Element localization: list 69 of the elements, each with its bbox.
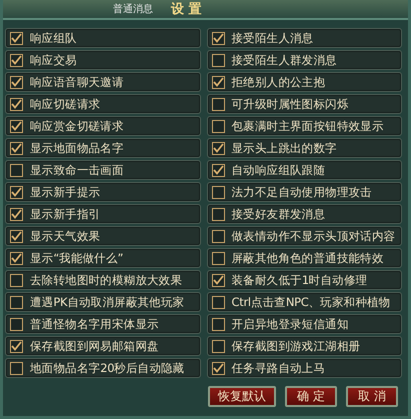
option-row[interactable]: 响应交易 xyxy=(5,50,200,70)
window-title: 设 置 xyxy=(171,1,202,18)
option-row[interactable]: 开启异地登录短信通知 xyxy=(206,314,402,334)
dialog-button[interactable]: 恢复默认 xyxy=(208,386,276,407)
option-row[interactable]: 保存截图到网易邮箱网盘 xyxy=(5,336,200,356)
option-label: 响应语音聊天邀请 xyxy=(30,74,124,90)
option-label: 普通怪物名字用宋体显示 xyxy=(30,316,159,332)
option-label: 响应交易 xyxy=(30,52,77,68)
option-label: 做表情动作不显示头顶对话内容 xyxy=(232,228,396,244)
option-row[interactable]: 显示地面物品名字 xyxy=(5,138,200,158)
option-row[interactable]: 任务寻路自动上马 xyxy=(206,358,402,378)
option-row[interactable]: 地面物品名字20秒后自动隐藏 xyxy=(5,358,200,378)
option-label: 接受陌生人群发消息 xyxy=(232,52,337,68)
option-row[interactable]: 响应组队 xyxy=(5,28,200,48)
option-label: 显示天气效果 xyxy=(30,228,100,244)
option-label: 屏蔽其他角色的普通技能特效 xyxy=(232,250,384,266)
option-row[interactable]: 自动响应组队跟随 xyxy=(206,160,402,180)
option-row[interactable]: Ctrl点击查NPC、玩家和种植物 xyxy=(206,292,402,312)
option-row[interactable]: 可升级时属性图标闪烁 xyxy=(206,94,402,114)
option-row[interactable]: 包裹满时主界面按钮特效显示 xyxy=(206,116,402,136)
option-label: 保存截图到游戏江湖相册 xyxy=(232,338,360,354)
option-label: 显示地面物品名字 xyxy=(30,140,124,156)
option-row[interactable]: 显示“我能做什么” xyxy=(5,248,200,268)
option-label: 接受陌生人消息 xyxy=(232,30,314,46)
option-label: 开启异地登录短信通知 xyxy=(232,316,349,332)
option-row[interactable]: 显示头上跳出的数字 xyxy=(206,138,402,158)
option-row[interactable]: 法力不足自动使用物理攻击 xyxy=(206,182,402,202)
option-row[interactable]: 拒绝别人的公主抱 xyxy=(206,72,402,92)
option-label: Ctrl点击查NPC、玩家和种植物 xyxy=(232,294,390,310)
option-row[interactable]: 接受好友群发消息 xyxy=(206,204,402,224)
option-label: 法力不足自动使用物理攻击 xyxy=(232,184,372,200)
option-row[interactable]: 屏蔽其他角色的普通技能特效 xyxy=(206,248,402,268)
option-label: 拒绝别人的公主抱 xyxy=(232,74,326,90)
option-row[interactable]: 接受陌生人群发消息 xyxy=(206,50,402,70)
option-label: 包裹满时主界面按钮特效显示 xyxy=(232,118,384,134)
option-row[interactable]: 显示新手提示 xyxy=(5,182,200,202)
option-row[interactable]: 显示天气效果 xyxy=(5,226,200,246)
option-label: 显示新手提示 xyxy=(30,184,100,200)
option-label: 接受好友群发消息 xyxy=(232,206,326,222)
option-row[interactable]: 做表情动作不显示头顶对话内容 xyxy=(206,226,402,246)
option-row[interactable]: 装备耐久低于1时自动修理 xyxy=(206,270,402,290)
option-row[interactable]: 普通怪物名字用宋体显示 xyxy=(5,314,200,334)
option-label: 显示新手指引 xyxy=(30,206,100,222)
option-label: 地面物品名字20秒后自动隐藏 xyxy=(30,360,184,376)
option-row[interactable]: 接受陌生人消息 xyxy=(206,28,402,48)
option-label: 响应组队 xyxy=(30,30,77,46)
option-label: 去除转地图时的模糊放大效果 xyxy=(30,272,182,288)
option-label: 显示致命一击画面 xyxy=(30,162,124,178)
option-label: 显示“我能做什么” xyxy=(30,250,124,266)
option-label: 保存截图到网易邮箱网盘 xyxy=(30,338,159,354)
option-label: 响应切磋请求 xyxy=(30,96,100,112)
option-row[interactable]: 遭遇PK自动取消屏蔽其他玩家 xyxy=(5,292,200,312)
tab-label[interactable]: 普通消息 xyxy=(113,2,153,16)
dialog-button[interactable]: 确 定 xyxy=(285,386,337,407)
option-row[interactable]: 响应切磋请求 xyxy=(5,94,200,114)
option-label: 遭遇PK自动取消屏蔽其他玩家 xyxy=(30,294,184,310)
dialog-button[interactable]: 取 消 xyxy=(346,386,398,407)
option-label: 响应赏金切磋请求 xyxy=(30,118,124,134)
option-label: 任务寻路自动上马 xyxy=(232,360,326,376)
option-row[interactable]: 去除转地图时的模糊放大效果 xyxy=(5,270,200,290)
option-row[interactable]: 显示新手指引 xyxy=(5,204,200,224)
option-label: 可升级时属性图标闪烁 xyxy=(232,96,349,112)
option-label: 自动响应组队跟随 xyxy=(232,162,326,178)
option-row[interactable]: 显示致命一击画面 xyxy=(5,160,200,180)
option-label: 显示头上跳出的数字 xyxy=(232,140,337,156)
option-row[interactable]: 保存截图到游戏江湖相册 xyxy=(206,336,402,356)
option-label: 装备耐久低于1时自动修理 xyxy=(232,272,368,288)
option-row[interactable]: 响应赏金切磋请求 xyxy=(5,116,200,136)
option-row[interactable]: 响应语音聊天邀请 xyxy=(5,72,200,92)
